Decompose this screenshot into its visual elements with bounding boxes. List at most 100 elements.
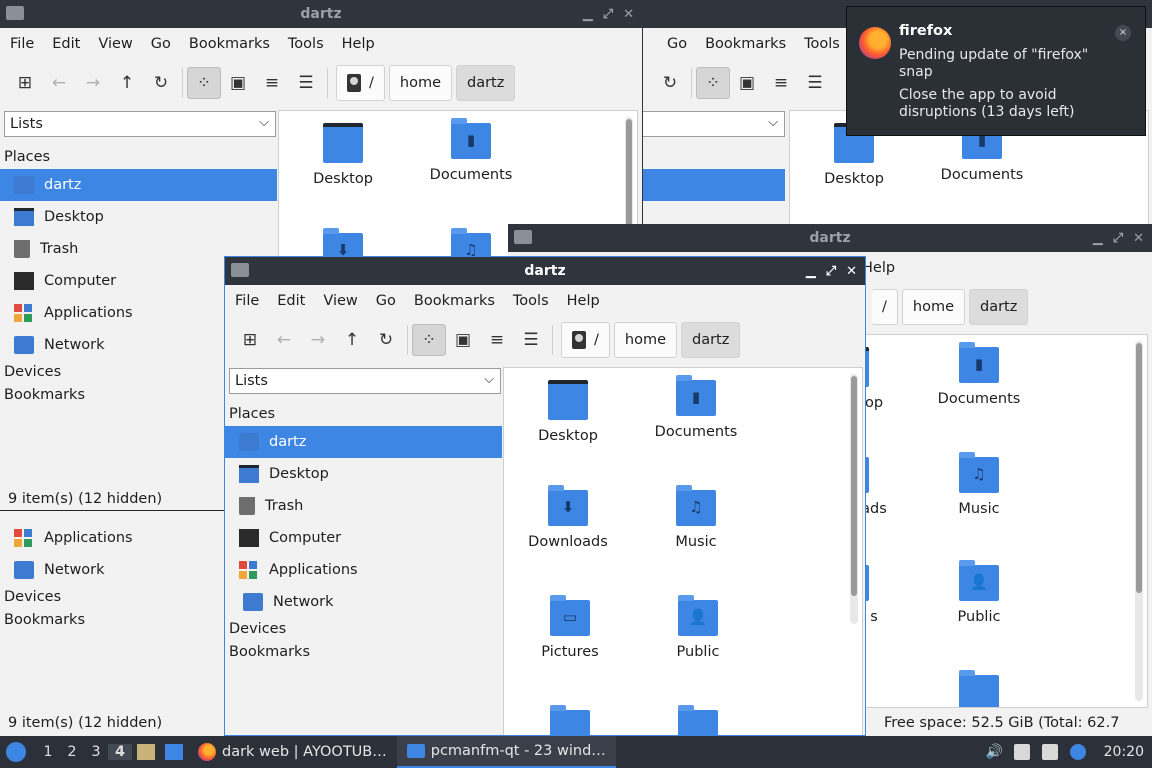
menu-tools[interactable]: Tools <box>798 36 852 52</box>
menu-tools[interactable]: Tools <box>507 293 561 309</box>
new-tab-icon[interactable]: ⊞ <box>233 324 267 356</box>
file-item-desktop[interactable]: Desktop <box>281 123 405 187</box>
bookmarks-header[interactable]: Bookmarks <box>0 609 224 632</box>
thumbnail-view-icon[interactable]: ▣ <box>446 324 480 356</box>
file-manager-window-front[interactable]: dartz ▁ ⤢ ✕ File Edit View Go Bookmarks … <box>224 256 866 736</box>
file-item-templates[interactable] <box>917 670 1041 707</box>
close-icon[interactable]: ✕ <box>846 264 857 279</box>
breadcrumb-root[interactable]: / <box>872 289 898 325</box>
side-pane-mode-select[interactable]: Lists ⌵ <box>4 111 276 137</box>
detailed-view-icon[interactable]: ☰ <box>514 324 548 356</box>
new-tab-icon[interactable]: ⊞ <box>8 67 42 99</box>
detailed-view-icon[interactable]: ☰ <box>289 67 323 99</box>
maximize-icon[interactable]: ⤢ <box>1113 231 1123 246</box>
minimize-icon[interactable]: ▁ <box>583 7 593 22</box>
task-pcmanfm[interactable]: pcmanfm-qt - 23 wind… <box>396 736 616 768</box>
close-icon[interactable]: × <box>1115 25 1131 41</box>
menu-edit[interactable]: Edit <box>271 293 317 309</box>
maximize-icon[interactable]: ⤢ <box>826 264 836 279</box>
file-item-public[interactable]: 👤 Public <box>917 560 1041 625</box>
file-item-music[interactable]: ♫ Music <box>917 452 1041 517</box>
file-item-downloads[interactable]: ⬇ Downloads <box>506 485 630 550</box>
workspace-2[interactable]: 2 <box>60 744 84 760</box>
sidebar-item-desktop[interactable]: Desktop <box>0 201 277 233</box>
file-item-videos[interactable] <box>636 705 760 735</box>
menu-bookmarks[interactable]: Bookmarks <box>699 36 798 52</box>
icon-view-icon[interactable]: ⁘ <box>696 67 730 99</box>
breadcrumb-current[interactable]: dartz <box>969 289 1029 325</box>
devices-header[interactable]: Devices <box>225 618 502 641</box>
sidebar-item-dartz[interactable] <box>643 169 785 201</box>
back-arrow-icon[interactable]: ← <box>42 67 76 99</box>
menu-tools[interactable]: Tools <box>282 36 336 52</box>
sidebar-item-applications[interactable]: Applications <box>0 522 224 554</box>
start-menu-icon[interactable] <box>6 742 26 762</box>
task-firefox[interactable]: dark web | AYOOTUB… <box>188 736 397 768</box>
close-icon[interactable]: ✕ <box>1133 231 1144 246</box>
reload-icon[interactable]: ↻ <box>369 324 403 356</box>
sidebar-item-dartz[interactable]: dartz <box>0 169 277 201</box>
sidebar-item-trash[interactable]: Trash <box>225 490 502 522</box>
breadcrumb-root[interactable]: / <box>561 322 610 358</box>
breadcrumb-root[interactable]: / <box>336 65 385 101</box>
window-titlebar[interactable]: dartz ▁ ⤢ ✕ <box>225 257 865 285</box>
vertical-scrollbar[interactable] <box>1135 341 1143 701</box>
forward-arrow-icon[interactable]: → <box>301 324 335 356</box>
side-pane-mode-select[interactable]: ⌵ <box>643 111 785 137</box>
menu-file[interactable]: File <box>4 36 46 52</box>
menu-bookmarks[interactable]: Bookmarks <box>183 36 282 52</box>
breadcrumb-home[interactable]: home <box>388 65 452 101</box>
show-desktop-icon[interactable] <box>165 744 183 760</box>
menu-go[interactable]: Go <box>145 36 183 52</box>
compact-view-icon[interactable]: ≡ <box>255 67 289 99</box>
back-arrow-icon[interactable]: ← <box>267 324 301 356</box>
sidebar-item-computer[interactable]: Computer <box>225 522 502 554</box>
bookmarks-header[interactable]: Bookmarks <box>225 641 502 664</box>
window-titlebar[interactable]: dartz ▁ ⤢ ✕ <box>508 224 1152 252</box>
breadcrumb-home[interactable]: home <box>613 322 677 358</box>
file-item-music[interactable]: ♫ Music <box>634 485 758 550</box>
notification-popup[interactable]: firefox Pending update of "firefox" snap… <box>846 6 1146 136</box>
minimize-icon[interactable]: ▁ <box>806 264 816 279</box>
file-item-documents[interactable]: ▮ Documents <box>917 342 1041 407</box>
icon-view-icon[interactable]: ⁘ <box>187 67 221 99</box>
places-header[interactable]: Places <box>225 403 502 426</box>
file-item-documents[interactable]: ▮ Documents <box>409 118 533 183</box>
breadcrumb-current[interactable]: dartz <box>456 65 516 101</box>
volume-icon[interactable]: 🔊 <box>986 744 1003 760</box>
file-manager-launcher-icon[interactable] <box>137 744 155 760</box>
compact-view-icon[interactable]: ≡ <box>480 324 514 356</box>
workspace-4[interactable]: 4 <box>108 744 132 760</box>
thumbnail-view-icon[interactable]: ▣ <box>221 67 255 99</box>
close-icon[interactable]: ✕ <box>623 7 634 22</box>
file-item-documents[interactable]: ▮ Documents <box>634 375 758 440</box>
clipboard-icon[interactable] <box>1041 744 1058 760</box>
clock[interactable]: 20:20 <box>1098 744 1144 760</box>
menu-help[interactable]: Help <box>336 36 387 52</box>
devices-header[interactable]: Devices <box>0 586 224 609</box>
sidebar-item-network[interactable]: Network <box>0 554 224 586</box>
menu-help[interactable]: Help <box>561 293 612 309</box>
menu-edit[interactable]: Edit <box>46 36 92 52</box>
window-titlebar[interactable]: dartz ▁ ⤢ ✕ <box>0 0 642 28</box>
vertical-scrollbar[interactable] <box>850 374 858 624</box>
display-icon[interactable] <box>1013 744 1030 760</box>
reload-icon[interactable]: ↻ <box>653 67 687 99</box>
reload-icon[interactable]: ↻ <box>144 67 178 99</box>
menu-view[interactable]: View <box>317 293 369 309</box>
workspace-3[interactable]: 3 <box>84 744 108 760</box>
maximize-icon[interactable]: ⤢ <box>603 7 613 22</box>
file-item-templates[interactable] <box>508 705 632 735</box>
file-item-desktop[interactable]: Desktop <box>506 380 630 444</box>
sidebar-item-dartz[interactable]: dartz <box>225 426 502 458</box>
menu-file[interactable]: File <box>229 293 271 309</box>
thumbnail-view-icon[interactable]: ▣ <box>730 67 764 99</box>
breadcrumb-current[interactable]: dartz <box>681 322 741 358</box>
sidebar-item-network[interactable]: Network <box>225 586 502 618</box>
up-arrow-icon[interactable]: ↑ <box>335 324 369 356</box>
forward-arrow-icon[interactable]: → <box>76 67 110 99</box>
menu-go[interactable]: Go <box>370 293 408 309</box>
places-header[interactable]: Places <box>0 146 277 169</box>
compact-view-icon[interactable]: ≡ <box>764 67 798 99</box>
sidebar-item-desktop[interactable]: Desktop <box>225 458 502 490</box>
